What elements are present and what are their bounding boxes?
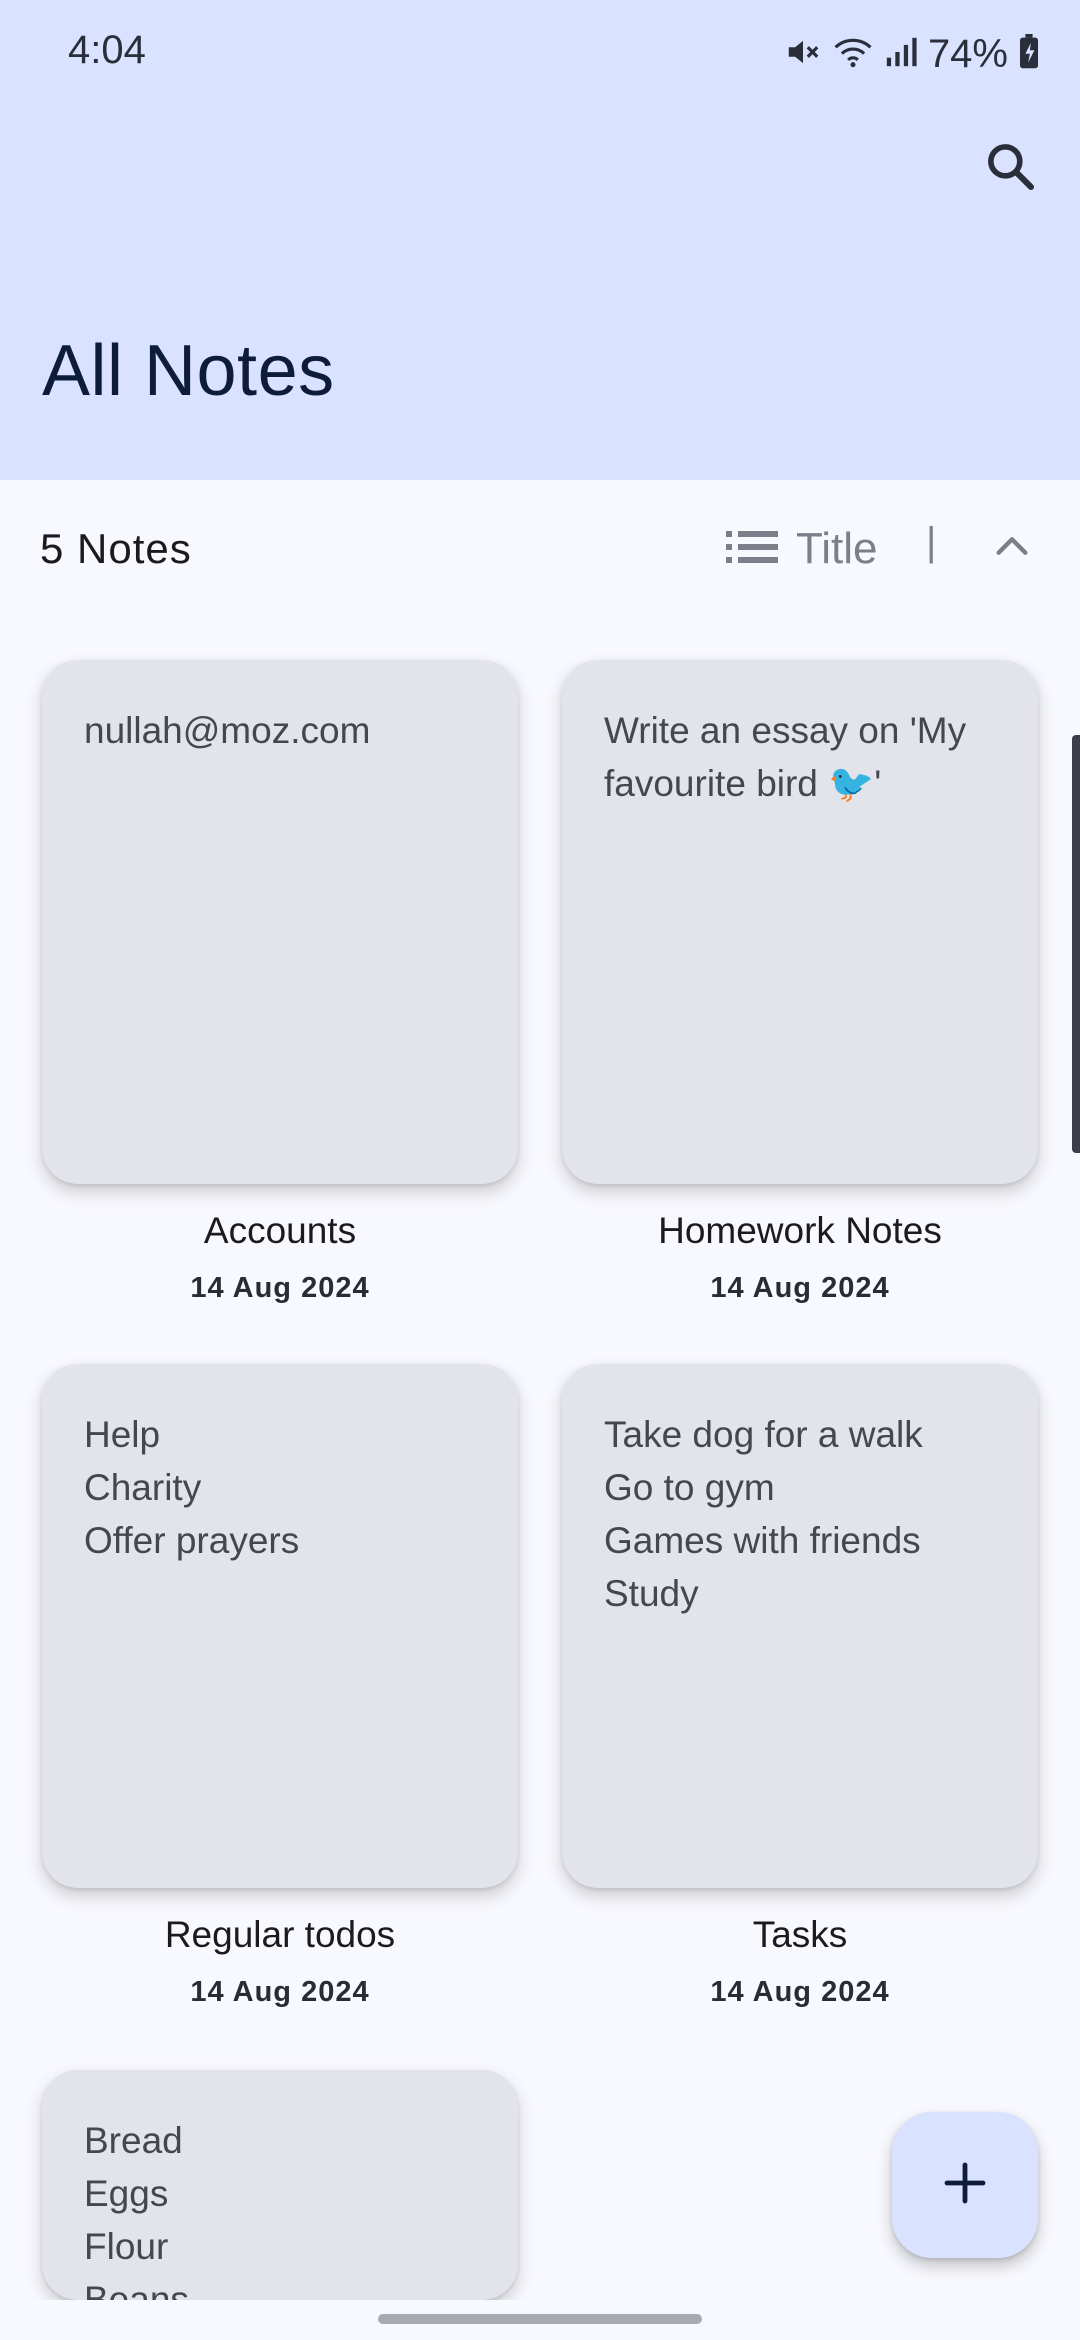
- note-date: 14 Aug 2024: [190, 1272, 370, 1304]
- chevron-up-icon: [992, 526, 1032, 571]
- plus-icon: [941, 2159, 989, 2212]
- sort-direction-button[interactable]: [984, 520, 1040, 576]
- wifi-icon: [832, 33, 874, 76]
- note-preview: nullah@moz.com: [84, 710, 371, 751]
- add-note-button[interactable]: [892, 2112, 1038, 2258]
- sort-label: Title: [796, 524, 878, 573]
- list-icon: [726, 527, 778, 572]
- scrollbar[interactable]: [1072, 735, 1080, 1153]
- signal-icon: [884, 34, 918, 75]
- status-icons: 74%: [784, 26, 1040, 82]
- note-preview: Take dog for a walk Go to gym Games with…: [604, 1414, 923, 1614]
- note-card-accounts[interactable]: nullah@moz.com: [42, 660, 518, 1184]
- note-card-homework-notes[interactable]: Write an essay on 'My favourite bird 🐦': [562, 660, 1038, 1184]
- note-title: Homework Notes: [658, 1210, 942, 1251]
- gesture-nav-handle[interactable]: [378, 2314, 702, 2324]
- note-date: 14 Aug 2024: [190, 1976, 370, 2008]
- mute-icon: [784, 33, 822, 76]
- note-preview: Write an essay on 'My favourite bird 🐦': [604, 710, 967, 804]
- note-preview: Bread Eggs Flour Beans: [84, 2120, 189, 2300]
- note-title: Tasks: [752, 1914, 848, 1955]
- note-card-groceries[interactable]: Bread Eggs Flour Beans: [42, 2070, 518, 2300]
- sort-by-button[interactable]: Title: [726, 515, 878, 583]
- note-date: 14 Aug 2024: [710, 1272, 890, 1304]
- note-title: Regular todos: [164, 1914, 396, 1955]
- note-card-tasks[interactable]: Take dog for a walk Go to gym Games with…: [562, 1364, 1038, 1888]
- search-icon: [982, 138, 1038, 199]
- battery-icon: [1018, 33, 1040, 75]
- notes-count: 5 Notes: [40, 525, 192, 572]
- sort-divider: |: [926, 520, 937, 564]
- note-date: 14 Aug 2024: [710, 1976, 890, 2008]
- note-title: Accounts: [203, 1210, 357, 1251]
- status-time: 4:04: [68, 28, 146, 72]
- note-card-regular-todos[interactable]: Help Charity Offer prayers: [42, 1364, 518, 1888]
- note-preview: Help Charity Offer prayers: [84, 1414, 300, 1561]
- battery-percentage: 74%: [927, 31, 1008, 76]
- search-button[interactable]: [962, 120, 1058, 216]
- page-title: All Notes: [42, 331, 335, 411]
